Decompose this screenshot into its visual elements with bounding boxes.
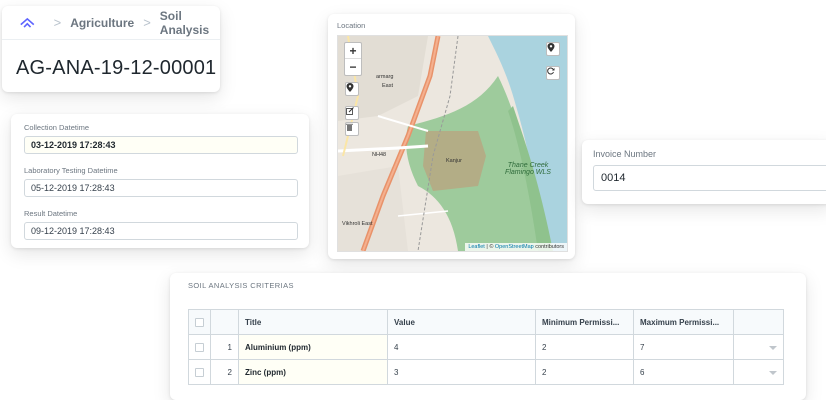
map-label-east: East — [382, 83, 394, 89]
result-datetime-input[interactable]: 09-12-2019 17:28:43 — [24, 222, 298, 240]
criteria-table: Title Value Minimum Permissi... Maximum … — [188, 309, 784, 385]
column-header-title: Title — [238, 309, 388, 335]
table-row[interactable]: 2 Zinc (ppm) 3 2 6 — [188, 359, 784, 385]
leaflet-link[interactable]: Leaflet — [468, 244, 485, 250]
cell-title[interactable]: Aluminium (ppm) — [238, 334, 388, 360]
row-checkbox[interactable] — [195, 367, 204, 377]
lab-testing-datetime-input[interactable]: 05-12-2019 17:28:43 — [24, 179, 298, 197]
cell-min[interactable]: 2 — [535, 359, 634, 385]
map-card: Location armarg East NH48 Kanjur Vikhrol… — [328, 14, 575, 259]
invoice-number-input[interactable]: 0014 — [593, 165, 826, 191]
row-index: 2 — [210, 359, 239, 385]
section-heading: SOIL ANALYSIS CRITERIAS — [188, 281, 294, 290]
map-tiles — [338, 36, 567, 251]
cell-value[interactable]: 4 — [387, 334, 536, 360]
column-header-actions — [733, 309, 784, 335]
breadcrumb: > Agriculture > Soil Analysis — [2, 6, 220, 40]
table-row[interactable]: 1 Aluminium (ppm) 4 2 7 — [188, 334, 784, 360]
caret-down-icon[interactable] — [769, 370, 777, 375]
result-datetime-label: Result Datetime — [24, 209, 78, 218]
column-header-min: Minimum Permissi... — [535, 309, 634, 335]
zoom-control: + − — [344, 42, 362, 76]
location-map[interactable]: armarg East NH48 Kanjur Vikhroli East Th… — [337, 35, 568, 252]
cell-title[interactable]: Zinc (ppm) — [238, 359, 388, 385]
row-actions[interactable] — [733, 334, 784, 360]
select-all-cell[interactable] — [188, 309, 211, 335]
osm-link[interactable]: OpenStreetMap — [495, 244, 534, 250]
map-marker-icon[interactable] — [546, 42, 560, 56]
column-header-value: Value — [387, 309, 536, 335]
row-actions[interactable] — [733, 359, 784, 385]
breadcrumb-item-agriculture[interactable]: Agriculture — [70, 16, 134, 30]
collection-datetime-label: Collection Datetime — [24, 123, 90, 132]
trash-icon[interactable] — [345, 122, 359, 136]
breadcrumb-separator: > — [53, 15, 62, 30]
dates-card: Collection Datetime 03-12-2019 17:28:43 … — [11, 114, 309, 248]
page-title: AG-ANA-19-12-00001 — [16, 57, 217, 79]
zoom-out-button[interactable]: − — [345, 58, 361, 74]
table-header-row: Title Value Minimum Permissi... Maximum … — [188, 309, 784, 335]
map-marker-icon[interactable] — [345, 82, 359, 96]
refresh-icon[interactable] — [546, 66, 560, 80]
map-label-flamingo: Thane Creek Flamingo WLS — [505, 162, 551, 176]
map-label-kanjur: Kanjur — [446, 158, 462, 164]
caret-down-icon[interactable] — [769, 345, 777, 350]
collection-datetime-input[interactable]: 03-12-2019 17:28:43 — [24, 136, 298, 154]
cell-max[interactable]: 7 — [633, 334, 734, 360]
column-header-max: Maximum Permissi... — [633, 309, 734, 335]
invoice-card: Invoice Number 0014 — [582, 140, 826, 204]
criteria-card: SOIL ANALYSIS CRITERIAS Title Value Mini… — [170, 273, 806, 400]
row-index: 1 — [210, 334, 239, 360]
location-label: Location — [337, 21, 366, 30]
title-card: > Agriculture > Soil Analysis AG-ANA-19-… — [2, 6, 220, 92]
invoice-number-label: Invoice Number — [593, 149, 657, 159]
map-label-road: NH48 — [372, 152, 387, 158]
lab-testing-datetime-label: Laboratory Testing Datetime — [24, 166, 118, 175]
map-label-marg: armarg — [376, 74, 394, 80]
breadcrumb-separator: > — [143, 15, 151, 30]
map-attribution: Leaflet | © OpenStreetMap contributors — [465, 243, 567, 251]
breadcrumb-item-soil-analysis[interactable]: Soil Analysis — [160, 9, 220, 37]
select-all-checkbox[interactable] — [195, 317, 204, 327]
attribution-suffix: contributors — [533, 244, 564, 250]
map-label-vikhroli: Vikhroli East — [342, 221, 373, 227]
cell-value[interactable]: 3 — [387, 359, 536, 385]
row-checkbox[interactable] — [195, 342, 204, 352]
attribution-sep: | © — [484, 244, 495, 250]
edit-icon[interactable] — [345, 106, 359, 120]
zoom-in-button[interactable]: + — [345, 43, 361, 58]
erpnext-logo-icon[interactable] — [20, 16, 35, 30]
index-header — [210, 309, 239, 335]
cell-min[interactable]: 2 — [535, 334, 634, 360]
cell-max[interactable]: 6 — [633, 359, 734, 385]
